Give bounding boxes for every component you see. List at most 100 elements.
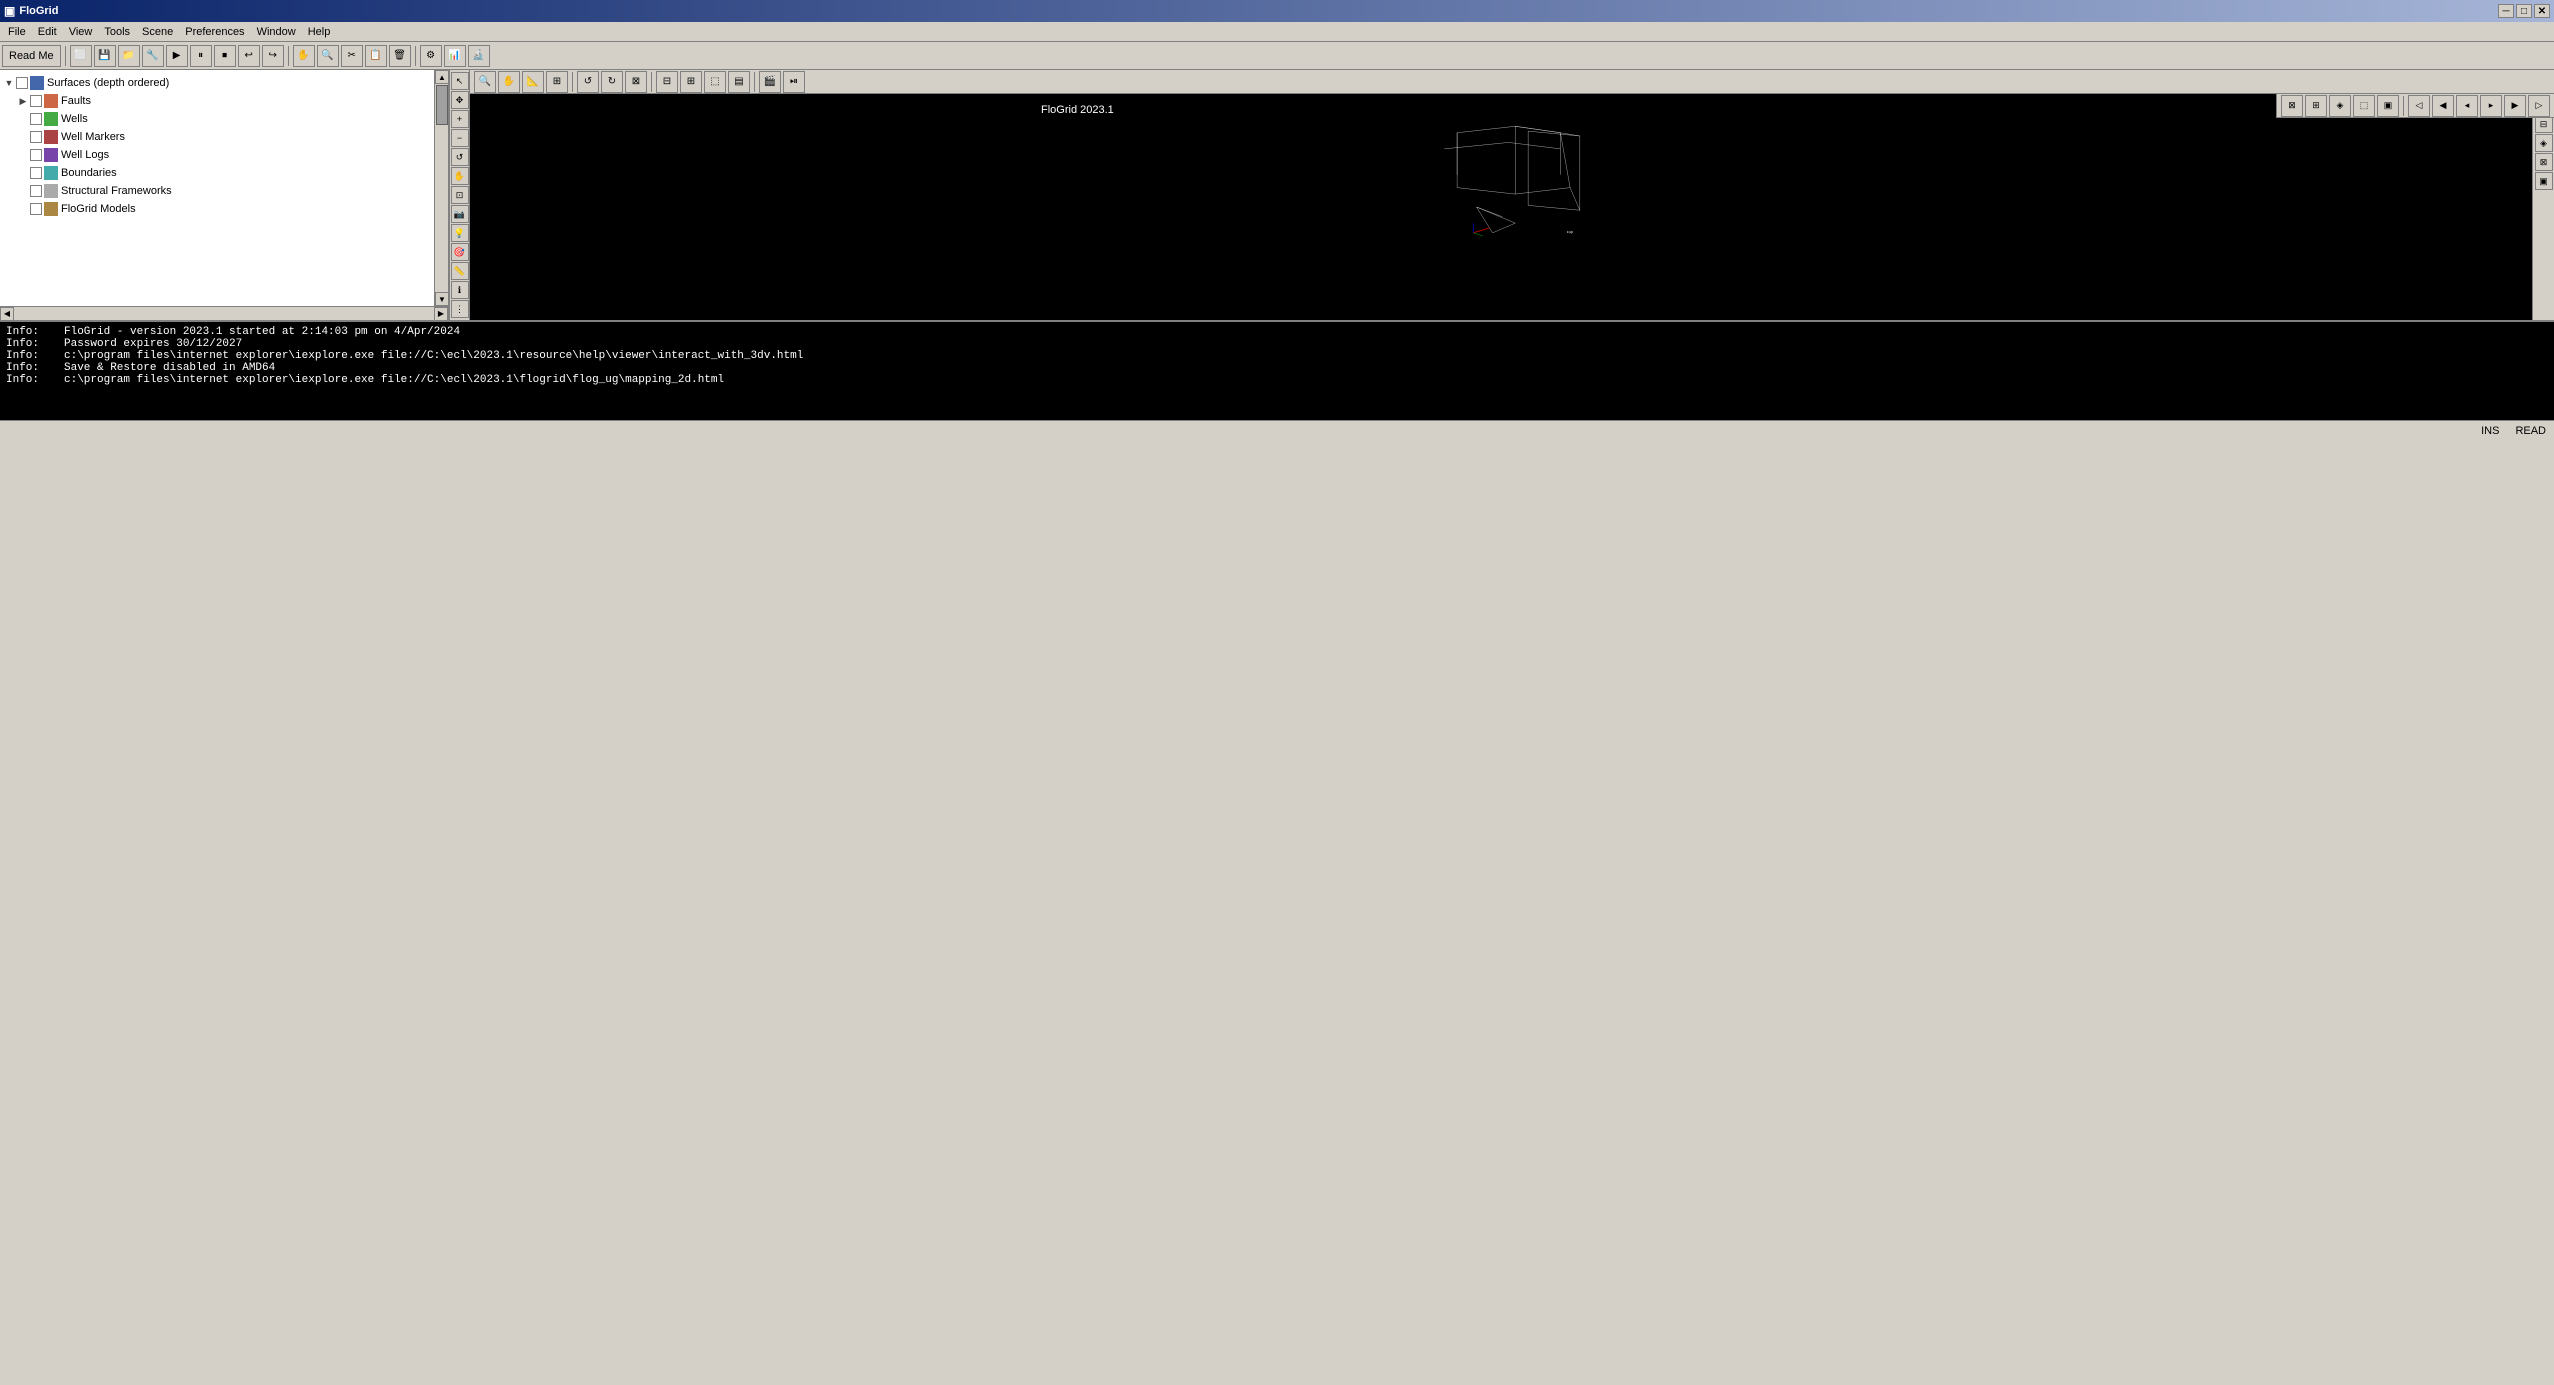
tree-item-boundaries[interactable]: ▶ Boundaries: [2, 164, 432, 182]
vp-sep-3: [754, 72, 755, 92]
menu-help[interactable]: Help: [302, 25, 337, 39]
vp-btn-3[interactable]: 📐: [522, 71, 544, 93]
vp-btn-6[interactable]: ↻: [601, 71, 623, 93]
checkbox-well-markers[interactable]: [30, 131, 42, 143]
side-btn-info[interactable]: ℹ: [451, 281, 469, 299]
vptr-btn-5[interactable]: ▣: [2377, 95, 2399, 117]
info-label-5: Info:: [6, 374, 56, 386]
vp-btn-11[interactable]: ▤: [728, 71, 750, 93]
vp-btn-12[interactable]: 🎬: [759, 71, 781, 93]
tree-item-faults[interactable]: ▶ Faults: [2, 92, 432, 110]
tree-item-flogrid-models[interactable]: ▶ FloGrid Models: [2, 200, 432, 218]
info-text-5: c:\program files\internet explorer\iexpl…: [64, 374, 724, 386]
side-btn-pick[interactable]: 🎯: [451, 243, 469, 261]
side-btn-measure[interactable]: 📏: [451, 262, 469, 280]
checkbox-wells[interactable]: [30, 113, 42, 125]
vp-btn-9[interactable]: ⊞: [680, 71, 702, 93]
scroll-up-arrow[interactable]: ▲: [435, 70, 448, 84]
toolbar-btn-8[interactable]: ↩: [238, 45, 260, 67]
3d-viewport[interactable]: FloGrid 2023.1: [470, 94, 2554, 320]
viewport-right-toolbar: ⊞ ⊟ ◈ ⊠ ▣: [2532, 94, 2554, 320]
checkbox-well-logs[interactable]: [30, 149, 42, 161]
toolbar-btn-7[interactable]: ⏹: [214, 45, 236, 67]
menu-edit[interactable]: Edit: [32, 25, 63, 39]
side-btn-zoom-in[interactable]: +: [451, 110, 469, 128]
toolbar-btn-10[interactable]: ✋: [293, 45, 315, 67]
vp-btn-5[interactable]: ↺: [577, 71, 599, 93]
toolbar-btn-6[interactable]: ⏸: [190, 45, 212, 67]
tree-vscrollbar[interactable]: ▲ ▼: [434, 70, 448, 306]
minimize-button[interactable]: ─: [2498, 4, 2514, 18]
vptr-btn-7[interactable]: ◀: [2432, 95, 2454, 117]
toolbar-btn-16[interactable]: 📊: [444, 45, 466, 67]
scroll-thumb[interactable]: [436, 85, 448, 125]
tree-item-surfaces[interactable]: ▼ Surfaces (depth ordered): [2, 74, 432, 92]
close-button[interactable]: ✕: [2534, 4, 2550, 18]
read-me-button[interactable]: Read Me: [2, 45, 61, 67]
vptr-btn-9[interactable]: ▸: [2480, 95, 2502, 117]
checkbox-surfaces[interactable]: [16, 77, 28, 89]
vptr-btn-3[interactable]: ◈: [2329, 95, 2351, 117]
side-btn-rotate[interactable]: ↺: [451, 148, 469, 166]
tree-hscrollbar[interactable]: ◀ ▶: [0, 306, 448, 320]
vptr-btn-2[interactable]: ⊞: [2305, 95, 2327, 117]
side-btn-zoom-out[interactable]: −: [451, 129, 469, 147]
vp-btn-4[interactable]: ⊞: [546, 71, 568, 93]
vptr-btn-11[interactable]: ▷: [2528, 95, 2550, 117]
vp-btn-7[interactable]: ⊠: [625, 71, 647, 93]
vp-right-btn-3[interactable]: ◈: [2535, 134, 2553, 152]
hscroll-left[interactable]: ◀: [0, 307, 14, 321]
checkbox-flogrid-models[interactable]: [30, 203, 42, 215]
vptr-btn-6[interactable]: ◁: [2408, 95, 2430, 117]
side-btn-camera[interactable]: 📷: [451, 205, 469, 223]
tree-item-well-markers[interactable]: ▶ Well Markers: [2, 128, 432, 146]
main-toolbar: Read Me ⬜ 💾 📁 🔧 ▶ ⏸ ⏹ ↩ ↪ ✋ 🔍 ✂ 📋 🗑 ⚙ 📊 …: [0, 42, 2554, 70]
expand-icon[interactable]: ▼: [4, 78, 14, 88]
toolbar-btn-2[interactable]: 💾: [94, 45, 116, 67]
vp-btn-2[interactable]: ✋: [498, 71, 520, 93]
toolbar-btn-17[interactable]: 🔬: [468, 45, 490, 67]
side-btn-fit[interactable]: ⊡: [451, 186, 469, 204]
menu-preferences[interactable]: Preferences: [179, 25, 250, 39]
tree-item-wells[interactable]: ▶ Wells: [2, 110, 432, 128]
checkbox-faults[interactable]: [30, 95, 42, 107]
toolbar-btn-4[interactable]: 🔧: [142, 45, 164, 67]
side-btn-select[interactable]: ↖: [451, 72, 469, 90]
tree-item-well-logs[interactable]: ▶ Well Logs: [2, 146, 432, 164]
vp-right-btn-4[interactable]: ⊠: [2535, 153, 2553, 171]
checkbox-boundaries[interactable]: [30, 167, 42, 179]
toolbar-btn-3[interactable]: 📁: [118, 45, 140, 67]
tree-item-structural-frameworks[interactable]: ▶ Structural Frameworks: [2, 182, 432, 200]
hscroll-right[interactable]: ▶: [434, 307, 448, 321]
vptr-btn-4[interactable]: ⬚: [2353, 95, 2375, 117]
vptr-btn-10[interactable]: ▶: [2504, 95, 2526, 117]
menu-window[interactable]: Window: [251, 25, 302, 39]
toolbar-btn-5[interactable]: ▶: [166, 45, 188, 67]
vptr-btn-8[interactable]: ◂: [2456, 95, 2478, 117]
vp-btn-1[interactable]: 🔍: [474, 71, 496, 93]
toolbar-btn-13[interactable]: 📋: [365, 45, 387, 67]
scroll-down-arrow[interactable]: ▼: [435, 292, 448, 306]
expand-icon-faults[interactable]: ▶: [18, 96, 28, 106]
toolbar-btn-9[interactable]: ↪: [262, 45, 284, 67]
side-btn-extra[interactable]: ⋮: [451, 300, 469, 318]
toolbar-btn-11[interactable]: 🔍: [317, 45, 339, 67]
vp-btn-13[interactable]: ⏯: [783, 71, 805, 93]
toolbar-btn-1[interactable]: ⬜: [70, 45, 92, 67]
maximize-button[interactable]: □: [2516, 4, 2532, 18]
menu-scene[interactable]: Scene: [136, 25, 179, 39]
toolbar-btn-14[interactable]: 🗑: [389, 45, 411, 67]
vp-right-btn-5[interactable]: ▣: [2535, 172, 2553, 190]
menu-file[interactable]: File: [2, 25, 32, 39]
menu-view[interactable]: View: [63, 25, 99, 39]
vp-btn-8[interactable]: ⊟: [656, 71, 678, 93]
vptr-btn-1[interactable]: ⊠: [2281, 95, 2303, 117]
checkbox-structural[interactable]: [30, 185, 42, 197]
toolbar-btn-12[interactable]: ✂: [341, 45, 363, 67]
menu-tools[interactable]: Tools: [98, 25, 136, 39]
side-btn-pan[interactable]: ✋: [451, 167, 469, 185]
toolbar-btn-15[interactable]: ⚙: [420, 45, 442, 67]
side-btn-move[interactable]: ✥: [451, 91, 469, 109]
side-btn-light[interactable]: 💡: [451, 224, 469, 242]
vp-btn-10[interactable]: ⬚: [704, 71, 726, 93]
